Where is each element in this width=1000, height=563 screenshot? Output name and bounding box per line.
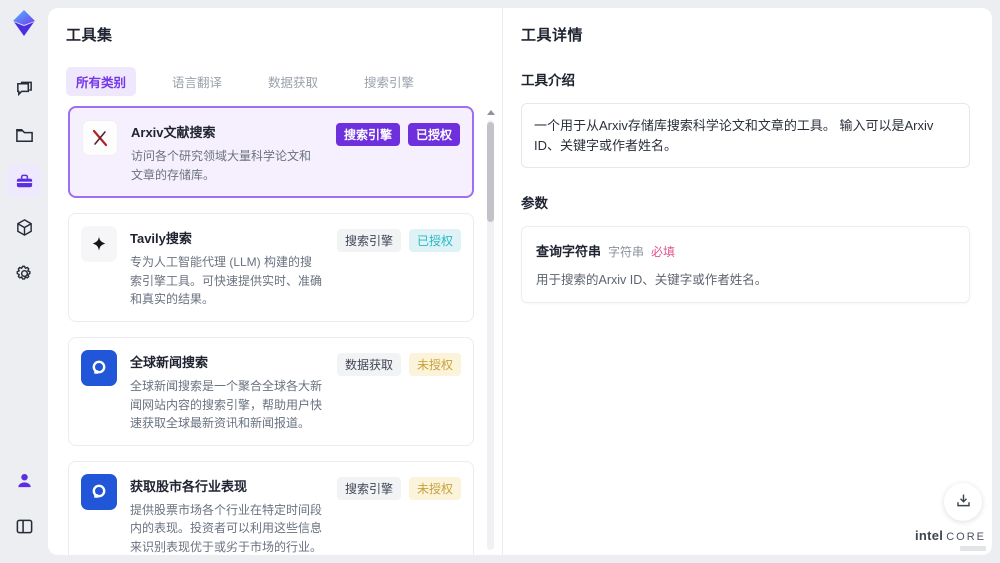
tool-detail-pane: 工具详情 工具介绍 一个用于从Arxiv存储库搜索科学论文和文章的工具。 输入可… <box>502 8 992 555</box>
stock-sector-icon <box>81 473 117 510</box>
intel-logo-bar <box>960 546 986 551</box>
tool-name: Arxiv文献搜索 <box>131 125 216 140</box>
sidebar-item-panel-toggle[interactable] <box>7 509 41 543</box>
chat-icon <box>15 80 34 99</box>
sidebar-item-files[interactable] <box>7 118 41 152</box>
sidebar-item-plugins[interactable] <box>7 210 41 244</box>
scroll-up-arrow[interactable] <box>487 110 495 115</box>
toolset-title: 工具集 <box>66 27 113 44</box>
user-icon <box>15 471 34 490</box>
param-type: 字符串 <box>608 245 645 259</box>
auth-badge: 未授权 <box>408 476 461 500</box>
intel-wordmark: intel <box>914 528 944 543</box>
auth-badge: 已授权 <box>408 229 461 253</box>
category-badge: 搜索引擎 <box>336 229 401 253</box>
content-panel: 工具集 所有类别 语言翻译 数据获取 搜索引擎 Arxiv文献搜索 访问各个研究… <box>48 8 992 555</box>
briefcase-icon <box>15 172 34 191</box>
tool-name: Tavily搜索 <box>130 231 192 247</box>
tool-desc: 访问各个研究领域大量科学论文和文章的存储库。 <box>131 149 312 182</box>
arxiv-icon <box>82 120 118 156</box>
list-scrollbar[interactable] <box>487 110 495 555</box>
tool-desc: 全球新闻搜索是一个聚合全球各大新闻网站内容的搜索引擎，帮助用户快速获取全球最新资… <box>130 378 323 431</box>
param-card: 查询字符串 字符串 必填 用于搜索的Arxiv ID、关键字或作者姓名。 <box>521 226 970 303</box>
tab-translation[interactable]: 语言翻译 <box>162 67 232 96</box>
param-required-badge: 必填 <box>651 245 676 259</box>
param-name: 查询字符串 <box>536 244 602 259</box>
download-button[interactable] <box>944 483 982 521</box>
tab-all-categories[interactable]: 所有类别 <box>66 67 137 96</box>
auth-badge: 已授权 <box>407 123 460 146</box>
tavily-icon <box>81 226 117 263</box>
tool-card-global-news[interactable]: 全球新闻搜索 全球新闻搜索是一个聚合全球各大新闻网站内容的搜索引擎，帮助用户快速… <box>68 336 474 446</box>
intro-heading: 工具介绍 <box>521 73 575 88</box>
category-tabs: 所有类别 语言翻译 数据获取 搜索引擎 <box>66 67 502 96</box>
tool-list: Arxiv文献搜索 访问各个研究领域大量科学论文和文章的存储库。 搜索引擎 已授… <box>66 106 502 555</box>
sidebar-item-settings[interactable] <box>7 256 41 290</box>
intel-core-logo: intel CORE <box>915 529 986 551</box>
toolset-pane: 工具集 所有类别 语言翻译 数据获取 搜索引擎 Arxiv文献搜索 访问各个研究… <box>48 8 502 555</box>
sidebar-item-profile[interactable] <box>7 463 41 497</box>
app-logo <box>9 8 39 38</box>
download-icon <box>955 492 972 512</box>
scrollbar-thumb[interactable] <box>487 122 494 222</box>
category-badge: 数据获取 <box>336 352 401 376</box>
tool-card-arxiv[interactable]: Arxiv文献搜索 访问各个研究领域大量科学论文和文章的存储库。 搜索引擎 已授… <box>68 106 474 199</box>
tool-desc: 提供股票市场各个行业在特定时间段内的表现。投资者可以利用这些信息来识别表现优于或… <box>130 502 323 554</box>
folder-icon <box>15 126 34 145</box>
sidebar-item-tools[interactable] <box>7 164 41 198</box>
tool-name: 全球新闻搜索 <box>130 354 209 370</box>
tool-name: 获取股市各行业表现 <box>130 478 248 494</box>
tab-data-fetch[interactable]: 数据获取 <box>258 67 328 96</box>
app-window: 工具集 所有类别 语言翻译 数据获取 搜索引擎 Arxiv文献搜索 访问各个研究… <box>0 0 1000 563</box>
panel-layout-icon <box>15 517 34 536</box>
sidebar-item-chat[interactable] <box>7 72 41 106</box>
detail-title: 工具详情 <box>521 27 584 44</box>
tool-card-stock-sector[interactable]: 获取股市各行业表现 提供股票市场各个行业在特定时间段内的表现。投资者可以利用这些… <box>68 460 474 555</box>
core-wordmark: CORE <box>946 531 986 543</box>
tab-search-engine[interactable]: 搜索引擎 <box>354 67 424 96</box>
tool-card-tavily[interactable]: Tavily搜索 专为人工智能代理 (LLM) 构建的搜索引擎工具。可快速提供实… <box>68 213 474 322</box>
intro-text: 一个用于从Arxiv存储库搜索科学论文和文章的工具。 输入可以是Arxiv ID… <box>534 118 934 153</box>
global-news-icon <box>81 349 117 386</box>
tool-desc: 专为人工智能代理 (LLM) 构建的搜索引擎工具。可快速提供实时、准确和真实的结… <box>130 255 323 307</box>
auth-badge: 未授权 <box>408 352 461 376</box>
nav-rail <box>0 0 48 563</box>
param-desc: 用于搜索的Arxiv ID、关键字或作者姓名。 <box>536 273 768 287</box>
params-heading: 参数 <box>521 196 548 211</box>
gear-icon <box>15 264 34 283</box>
category-badge: 搜索引擎 <box>335 123 400 146</box>
category-badge: 搜索引擎 <box>336 476 401 500</box>
intro-box: 一个用于从Arxiv存储库搜索科学论文和文章的工具。 输入可以是Arxiv ID… <box>521 103 970 168</box>
cube-icon <box>15 218 34 237</box>
